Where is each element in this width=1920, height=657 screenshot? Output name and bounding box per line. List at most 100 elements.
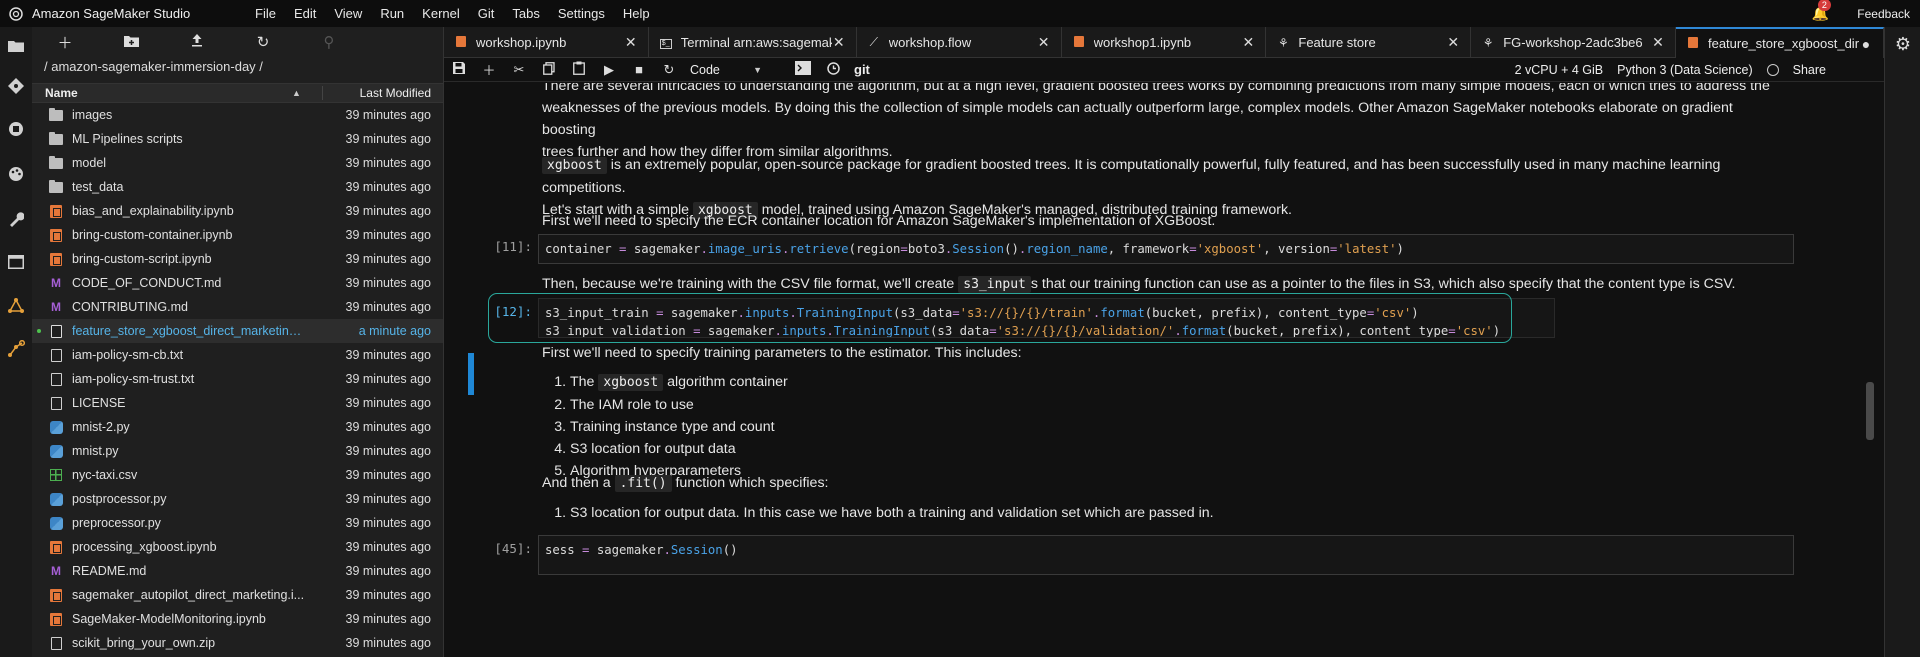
- git-diff-button[interactable]: git: [854, 62, 870, 77]
- file-row[interactable]: scikit_bring_your_own.zip 39 minutes ago: [32, 631, 443, 655]
- close-icon[interactable]: ✕: [1446, 34, 1460, 51]
- file-row[interactable]: processing_xgboost.ipynb 39 minutes ago: [32, 535, 443, 559]
- share-button[interactable]: Share: [1793, 63, 1826, 77]
- menu-tabs[interactable]: Tabs: [503, 6, 548, 21]
- tab-3[interactable]: ⟋ workshop.flow ✕: [857, 27, 1062, 58]
- file-row[interactable]: sagemaker_autopilot_direct_marketing.i..…: [32, 583, 443, 607]
- git-clone-icon[interactable]: ⚲: [296, 33, 362, 51]
- menu-view[interactable]: View: [325, 6, 371, 21]
- running-terminals-icon[interactable]: [0, 113, 32, 145]
- sort-ascending-icon[interactable]: ▲: [292, 88, 322, 98]
- close-icon[interactable]: ✕: [832, 34, 846, 51]
- new-launcher-icon[interactable]: ＋: [32, 32, 98, 53]
- feedback-button[interactable]: Feedback: [1857, 7, 1910, 21]
- file-row[interactable]: mnist-2.py 39 minutes ago: [32, 415, 443, 439]
- terminal-icon[interactable]: [788, 61, 818, 78]
- new-folder-icon[interactable]: [98, 34, 164, 51]
- sagemaker-components-icon[interactable]: [0, 290, 32, 322]
- file-modified: 39 minutes ago: [345, 180, 431, 194]
- palette-icon[interactable]: [0, 158, 32, 190]
- file-row[interactable]: M README.md 39 minutes ago: [32, 559, 443, 583]
- file-row[interactable]: preprocessor.py 39 minutes ago: [32, 511, 443, 535]
- markdown-cell[interactable]: The xgboost algorithm container The IAM …: [542, 371, 1782, 482]
- close-icon[interactable]: ✕: [1037, 34, 1051, 51]
- menu-settings[interactable]: Settings: [549, 6, 614, 21]
- menu-help[interactable]: Help: [614, 6, 659, 21]
- menu-git[interactable]: Git: [469, 6, 504, 21]
- column-header-name[interactable]: Name: [32, 86, 292, 100]
- clock-icon[interactable]: [818, 61, 848, 78]
- menu-file[interactable]: File: [246, 6, 285, 21]
- flow-icon: ⟋: [869, 35, 878, 49]
- file-row[interactable]: iam-policy-sm-cb.txt 39 minutes ago: [32, 343, 443, 367]
- active-cell-indicator[interactable]: [468, 353, 474, 395]
- file-row[interactable]: bring-custom-script.ipynb 39 minutes ago: [32, 247, 443, 271]
- markdown-cell[interactable]: And then a .fit() function which specifi…: [542, 472, 1782, 495]
- unsaved-dot-icon[interactable]: ●: [1859, 36, 1873, 52]
- code-cell-11[interactable]: container = sagemaker.image_uris.retriev…: [538, 234, 1794, 264]
- tab-7[interactable]: feature_store_xgboost_dire ●: [1675, 27, 1884, 58]
- file-row[interactable]: iam-policy-sm-trust.txt 39 minutes ago: [32, 367, 443, 391]
- tab-6[interactable]: ⚘ FG-workshop-2adc3be6 ✕: [1471, 27, 1676, 58]
- close-icon[interactable]: ✕: [1651, 34, 1665, 51]
- file-row[interactable]: ML Pipelines scripts 39 minutes ago: [32, 127, 443, 151]
- markdown-cell[interactable]: S3 location for output data. In this cas…: [542, 502, 1782, 524]
- file-row[interactable]: test_data 39 minutes ago: [32, 175, 443, 199]
- markdown-cell[interactable]: First we'll need to specify the ECR cont…: [542, 210, 1782, 232]
- file-row[interactable]: bring-custom-container.ipynb 39 minutes a…: [32, 223, 443, 247]
- property-inspector-icon[interactable]: [0, 333, 32, 365]
- cell-type-value: Code: [690, 62, 720, 77]
- file-row[interactable]: bias_and_explainability.ipynb 39 minutes …: [32, 199, 443, 223]
- code-cell-45[interactable]: sess = sagemaker.Session(): [538, 535, 1794, 575]
- stop-icon[interactable]: ■: [624, 62, 654, 77]
- close-icon[interactable]: ✕: [1241, 34, 1255, 51]
- cell-type-dropdown[interactable]: Code ▼: [690, 63, 762, 77]
- scrollbar-thumb[interactable]: [1866, 382, 1874, 440]
- file-row[interactable]: SageMaker-ModelMonitoring.ipynb 39 minute…: [32, 607, 443, 631]
- file-row[interactable]: LICENSE 39 minutes ago: [32, 391, 443, 415]
- upload-icon[interactable]: [164, 33, 230, 51]
- restart-icon[interactable]: ↻: [654, 62, 684, 78]
- close-icon[interactable]: ✕: [624, 34, 638, 51]
- file-modified: 39 minutes ago: [345, 468, 431, 482]
- file-row[interactable]: images 39 minutes ago: [32, 103, 443, 127]
- breadcrumb[interactable]: / amazon-sagemaker-immersion-day /: [32, 57, 443, 77]
- sagemaker-logo-icon[interactable]: [0, 0, 32, 27]
- column-header-last-modified[interactable]: Last Modified: [322, 86, 443, 100]
- file-modified: 39 minutes ago: [345, 444, 431, 458]
- file-row[interactable]: M CODE_OF_CONDUCT.md 39 minutes ago: [32, 271, 443, 295]
- menu-kernel[interactable]: Kernel: [413, 6, 469, 21]
- file-row[interactable]: M CONTRIBUTING.md 39 minutes ago: [32, 295, 443, 319]
- file-row[interactable]: feature_store_xgboost_direct_marketing..…: [32, 319, 443, 343]
- gear-icon[interactable]: ⚙: [1885, 27, 1920, 61]
- file-row[interactable]: mnist.py 39 minutes ago: [32, 439, 443, 463]
- file-row[interactable]: nyc-taxi.csv 39 minutes ago: [32, 463, 443, 487]
- notification-bell-icon[interactable]: 🔔 2: [1812, 0, 1831, 22]
- markdown-cell[interactable]: First we'll need to specify training par…: [542, 342, 1782, 364]
- copy-icon[interactable]: [534, 61, 564, 78]
- menu-run[interactable]: Run: [371, 6, 413, 21]
- refresh-icon[interactable]: ↻: [230, 33, 296, 51]
- save-icon[interactable]: [444, 62, 474, 77]
- instance-type[interactable]: 2 vCPU + 4 GiB: [1515, 63, 1604, 77]
- file-row[interactable]: model 39 minutes ago: [32, 151, 443, 175]
- vertical-scrollbar[interactable]: [1866, 83, 1874, 657]
- file-row[interactable]: postprocessor.py 39 minutes ago: [32, 487, 443, 511]
- wrench-icon[interactable]: [0, 203, 32, 235]
- tab-1[interactable]: workshop.ipynb ✕: [444, 27, 649, 58]
- menu-edit[interactable]: Edit: [285, 6, 325, 21]
- kernel-name[interactable]: Python 3 (Data Science): [1617, 63, 1753, 77]
- markdown-cell[interactable]: There are several intricacies to underst…: [542, 83, 1782, 163]
- spreadsheet-icon: [48, 468, 64, 482]
- tab-4[interactable]: workshop1.ipynb ✕: [1062, 27, 1267, 58]
- tab-5[interactable]: ⚘ Feature store ✕: [1266, 27, 1472, 58]
- tabs-icon[interactable]: [0, 246, 32, 278]
- folder-icon[interactable]: [0, 29, 32, 61]
- insert-cell-icon[interactable]: ＋: [474, 60, 504, 79]
- git-icon[interactable]: [0, 70, 32, 102]
- paste-icon[interactable]: [564, 61, 594, 78]
- run-icon[interactable]: ▶: [594, 62, 624, 78]
- notebook-content[interactable]: There are several intricacies to underst…: [444, 83, 1874, 657]
- tab-2[interactable]: $_ Terminal arn:aws:sagemake ✕: [649, 27, 857, 58]
- cut-icon[interactable]: ✂: [504, 62, 534, 78]
